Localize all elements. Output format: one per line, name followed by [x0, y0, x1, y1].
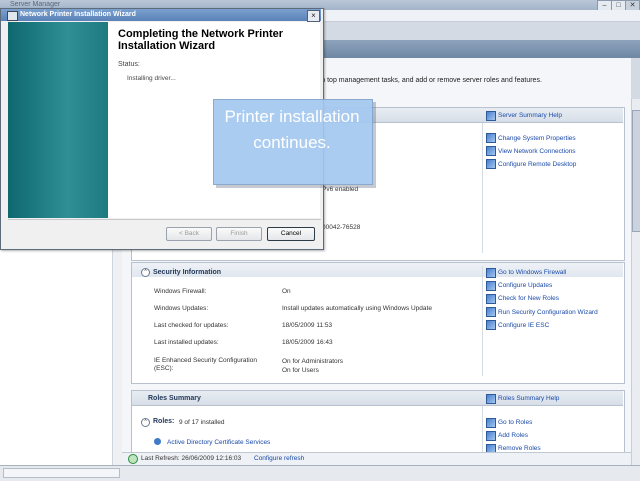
- task-check-for-new-roles[interactable]: Check for New Roles: [498, 295, 559, 302]
- cancel-button[interactable]: Cancel: [267, 227, 315, 241]
- task-go-to-windows-firewall[interactable]: Go to Windows Firewall: [498, 269, 566, 276]
- task-configure-ie-esc[interactable]: Configure IE ESC: [498, 322, 549, 329]
- role-status-icon: [154, 438, 161, 445]
- collapse-security-icon[interactable]: ^: [141, 268, 150, 277]
- firewall-label: Windows Firewall:: [154, 288, 207, 295]
- collapse-roles-icon[interactable]: ^: [141, 418, 150, 427]
- roles-help-icon: [486, 394, 496, 404]
- roles-count: 9 of 17 installed: [179, 419, 225, 426]
- last-checked-value: 18/05/2009 11:53: [282, 322, 333, 329]
- wizard-side-banner: [8, 22, 108, 218]
- back-button[interactable]: < Back: [166, 227, 212, 241]
- task-remove-roles[interactable]: Remove Roles: [498, 445, 541, 452]
- server-summary-help-link[interactable]: Server Summary Help: [498, 112, 562, 119]
- configure-refresh-link[interactable]: Configure refresh: [254, 455, 304, 462]
- ipv6-value: Pv6 enabled: [322, 186, 359, 193]
- wizard-status-label: Status:: [118, 61, 140, 68]
- remote-desktop-icon: [486, 159, 496, 169]
- updates-icon: [486, 281, 496, 291]
- last-installed-label: Last installed updates:: [154, 339, 219, 346]
- annotation-callout-text: Printer installation continues.: [224, 107, 360, 152]
- roles-summary-title: Roles Summary: [148, 395, 201, 402]
- task-add-roles[interactable]: Add Roles: [498, 432, 528, 439]
- wizard-close-button[interactable]: ×: [307, 10, 320, 22]
- horizontal-scrollbar[interactable]: [3, 468, 120, 478]
- last-installed-value: 18/05/2009 16:43: [282, 339, 333, 346]
- finish-button[interactable]: Finish: [216, 227, 262, 241]
- refresh-icon[interactable]: [128, 454, 138, 464]
- ie-esc-icon: [486, 320, 496, 330]
- printer-icon: [7, 11, 18, 21]
- system-properties-icon: [486, 133, 496, 143]
- intro-text: rm top management tasks, and add or remo…: [317, 77, 542, 84]
- roles-summary-help-link[interactable]: Roles Summary Help: [498, 395, 559, 402]
- task-go-to-roles[interactable]: Go to Roles: [498, 419, 532, 426]
- role-active-directory-certificate-services[interactable]: Active Directory Certificate Services: [167, 439, 270, 446]
- task-divider: [482, 123, 483, 253]
- firewall-icon: [486, 268, 496, 278]
- scrollbar-thumb[interactable]: [632, 110, 640, 232]
- ie-esc-value: On for Administrators On for Users: [282, 358, 344, 374]
- roles-label: Roles:: [153, 418, 175, 425]
- product-id-value: 00042-76528: [322, 224, 361, 231]
- task-configure-updates[interactable]: Configure Updates: [498, 282, 552, 289]
- last-refresh-text: Last Refresh: 26/06/2009 12:16:03: [141, 455, 242, 462]
- windows-updates-label: Windows Updates:: [154, 305, 209, 312]
- security-information-title: Security Information: [153, 269, 222, 276]
- firewall-value: On: [282, 288, 291, 295]
- ie-esc-label: IE Enhanced Security Configuration (ESC)…: [154, 357, 257, 372]
- task-configure-remote-desktop[interactable]: Configure Remote Desktop: [498, 161, 576, 168]
- new-roles-icon: [486, 294, 496, 304]
- go-to-roles-icon: [486, 418, 496, 428]
- security-wizard-icon: [486, 307, 496, 317]
- wizard-status-value: Installing driver...: [127, 75, 176, 82]
- wizard-heading: Completing the Network Printer Installat…: [118, 28, 284, 52]
- task-divider: [482, 406, 483, 452]
- add-roles-icon: [486, 431, 496, 441]
- task-divider: [482, 266, 483, 376]
- windows-updates-value: Install updates automatically using Wind…: [282, 305, 432, 312]
- task-run-security-configuration-wizard[interactable]: Run Security Configuration Wizard: [498, 309, 598, 316]
- task-change-system-properties[interactable]: Change System Properties: [498, 135, 576, 142]
- network-connections-icon: [486, 146, 496, 156]
- task-view-network-connections[interactable]: View Network Connections: [498, 148, 576, 155]
- help-icon: [486, 111, 496, 121]
- last-checked-label: Last checked for updates:: [154, 322, 229, 329]
- wizard-title: Network Printer Installation Wizard: [20, 11, 136, 18]
